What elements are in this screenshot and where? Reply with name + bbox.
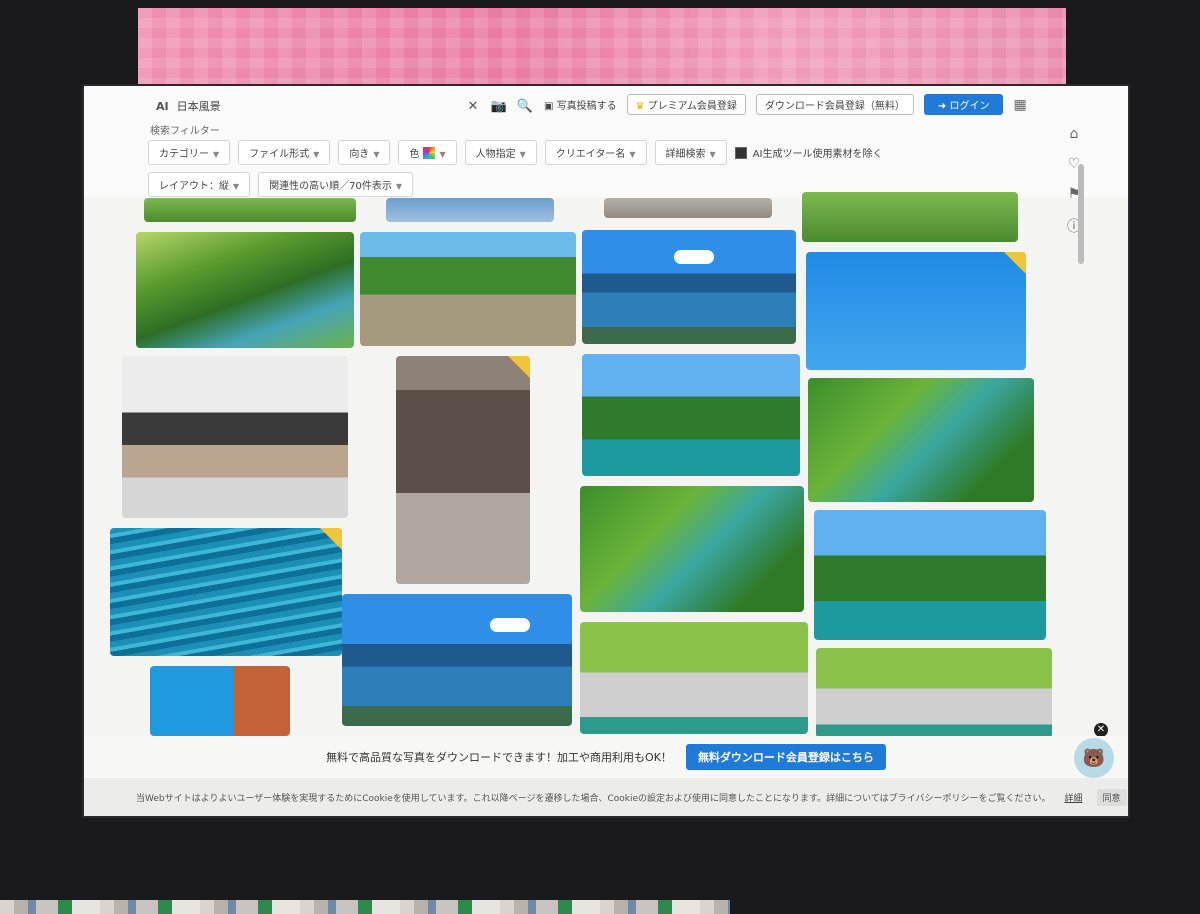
filter-row-secondary: レイアウト：縦 ▼ 関連性の高い順／70件表示 ▼ — [148, 172, 414, 197]
photo-tile[interactable] — [806, 252, 1026, 370]
chevron-down-icon: ▼ — [709, 150, 716, 159]
filter-creator-label: クリエイター名 — [555, 149, 626, 160]
login-icon: ➜ — [937, 101, 950, 112]
filter-creator[interactable]: クリエイター名 ▼ — [544, 140, 647, 165]
photo-tile[interactable] — [342, 594, 572, 726]
new-badge — [320, 528, 342, 550]
filter-advanced-label: 詳細検索 — [665, 149, 706, 160]
photo-tile[interactable] — [580, 622, 808, 734]
cloud-shape — [674, 250, 714, 264]
home-icon[interactable]: ⌂ — [1070, 126, 1079, 142]
photo-tile[interactable] — [802, 192, 1018, 242]
photo-tile[interactable] — [816, 648, 1052, 738]
post-photo-label: 写真投稿する — [556, 101, 617, 112]
promo-register-button[interactable]: 無料ダウンロード会員登録はこちら — [685, 744, 886, 770]
photo-tile[interactable] — [604, 198, 772, 218]
search-icon[interactable]: 🔍 — [516, 97, 534, 115]
side-rail: ⌂ ♡ ⚑ ⓘ — [1056, 126, 1092, 236]
chevron-down-icon: ▼ — [395, 182, 403, 191]
chevron-down-icon: ▼ — [629, 150, 636, 159]
cookie-details-link[interactable]: 詳細 — [1064, 791, 1082, 804]
photo-tile[interactable] — [396, 356, 530, 584]
free-register-button[interactable]: ダウンロード会員登録（無料） — [755, 94, 914, 115]
cookie-banner: 当Webサイトはよりよいユーザー体験を実現するためにCookieを使用しています… — [84, 778, 1128, 816]
filter-color[interactable]: 色 ▼ — [398, 140, 457, 165]
filter-orientation-label: 向き — [349, 149, 370, 160]
photo-tile[interactable] — [808, 378, 1034, 502]
close-icon[interactable]: ✕ — [1094, 723, 1108, 737]
search-bar[interactable]: AI 日本風景 ✕ 📷 🔍 — [156, 94, 534, 118]
filter-people[interactable]: 人物指定 ▼ — [464, 140, 537, 165]
site-header: AI 日本風景 ✕ 📷 🔍 ▣ 写真投稿する ♛ プレミアム会員登録 ダウンロード… — [84, 86, 1128, 198]
filter-orientation[interactable]: 向き ▼ — [338, 140, 391, 165]
camera-small-icon: ▣ — [544, 101, 557, 112]
filter-people-label: 人物指定 — [475, 149, 516, 160]
grid-menu-icon[interactable]: ▦ — [1013, 97, 1026, 113]
photo-tile[interactable] — [582, 230, 796, 344]
chevron-down-icon: ▼ — [313, 150, 320, 159]
cookie-text: 当Webサイトはよりよいユーザー体験を実現するためにCookieを使用しています… — [136, 793, 1051, 804]
chevron-down-icon: ▼ — [213, 150, 220, 159]
photo-tile[interactable] — [122, 356, 348, 518]
ai-exclude-label: AI生成ツール使用素材を除く — [752, 149, 883, 160]
photo-tile[interactable] — [110, 528, 342, 656]
cloud-shape — [490, 618, 530, 632]
photo-tile[interactable] — [150, 666, 290, 736]
pixelated-taskbar — [0, 900, 730, 914]
filter-sort[interactable]: 関連性の高い順／70件表示 ▼ — [258, 172, 414, 197]
photo-tile[interactable] — [144, 198, 356, 222]
checkbox-icon — [734, 146, 747, 159]
scrollbar[interactable] — [1078, 164, 1084, 264]
photo-tile[interactable] — [136, 232, 354, 348]
chevron-down-icon: ▼ — [439, 150, 446, 159]
filter-file-format-label: ファイル形式 — [249, 149, 310, 160]
photo-tile[interactable] — [580, 486, 804, 612]
camera-icon[interactable]: 📷 — [490, 97, 508, 115]
filter-layout[interactable]: レイアウト：縦 ▼ — [148, 172, 251, 197]
filter-category[interactable]: カテゴリー ▼ — [148, 140, 231, 165]
clear-icon[interactable]: ✕ — [464, 97, 482, 115]
premium-button[interactable]: ♛ プレミアム会員登録 — [626, 94, 746, 115]
filter-heading: 検索フィルター — [150, 126, 220, 137]
filter-advanced[interactable]: 詳細検索 ▼ — [654, 140, 727, 165]
ai-exclude-checkbox[interactable]: AI生成ツール使用素材を除く — [734, 140, 883, 165]
promo-bar: 無料で高品質な写真をダウンロードできます！加工や商用利用もOK！ 無料ダウンロー… — [84, 736, 1128, 778]
header-actions: ▣ 写真投稿する ♛ プレミアム会員登録 ダウンロード会員登録（無料） ➜ ログイ… — [544, 94, 1027, 115]
browser-screen: AI 日本風景 ✕ 📷 🔍 ▣ 写真投稿する ♛ プレミアム会員登録 ダウンロード… — [84, 86, 1128, 816]
filter-row-primary: カテゴリー ▼ ファイル形式 ▼ 向き ▼ 色 ▼ 人物指定 ▼ クリエイター名 ▼ 詳細検… — [148, 140, 883, 165]
photo-tile[interactable] — [360, 232, 576, 346]
new-badge — [508, 356, 530, 378]
photo-tile[interactable] — [814, 510, 1046, 640]
chevron-down-icon: ▼ — [519, 150, 526, 159]
filter-category-label: カテゴリー — [159, 149, 209, 160]
filter-file-format[interactable]: ファイル形式 ▼ — [238, 140, 331, 165]
crown-icon: ♛ — [635, 101, 645, 112]
cookie-agree-button[interactable]: 同意 — [1096, 788, 1127, 806]
mascot-icon[interactable]: 🐻 — [1074, 738, 1114, 778]
chevron-down-icon: ▼ — [373, 150, 380, 159]
premium-label: プレミアム会員登録 — [647, 101, 737, 112]
ai-search-toggle[interactable]: AI — [156, 100, 169, 113]
login-label: ログイン — [949, 101, 990, 112]
filter-sort-label: 関連性の高い順／70件表示 — [269, 181, 392, 192]
new-badge — [1004, 252, 1026, 274]
photo-tile[interactable] — [582, 354, 800, 476]
post-photo-link[interactable]: ▣ 写真投稿する — [544, 97, 617, 112]
color-palette-icon — [423, 147, 436, 159]
chevron-down-icon: ▼ — [233, 182, 240, 191]
filter-color-label: 色 — [409, 149, 420, 160]
search-input[interactable]: 日本風景 — [177, 98, 456, 114]
promo-text: 無料で高品質な写真をダウンロードできます！加工や商用利用もOK！ — [326, 751, 672, 764]
filter-layout-label: レイアウト：縦 — [159, 181, 229, 192]
login-button[interactable]: ➜ ログイン — [923, 94, 1004, 115]
photo-tile[interactable] — [386, 198, 554, 222]
pixelated-site-banner — [138, 8, 1066, 88]
